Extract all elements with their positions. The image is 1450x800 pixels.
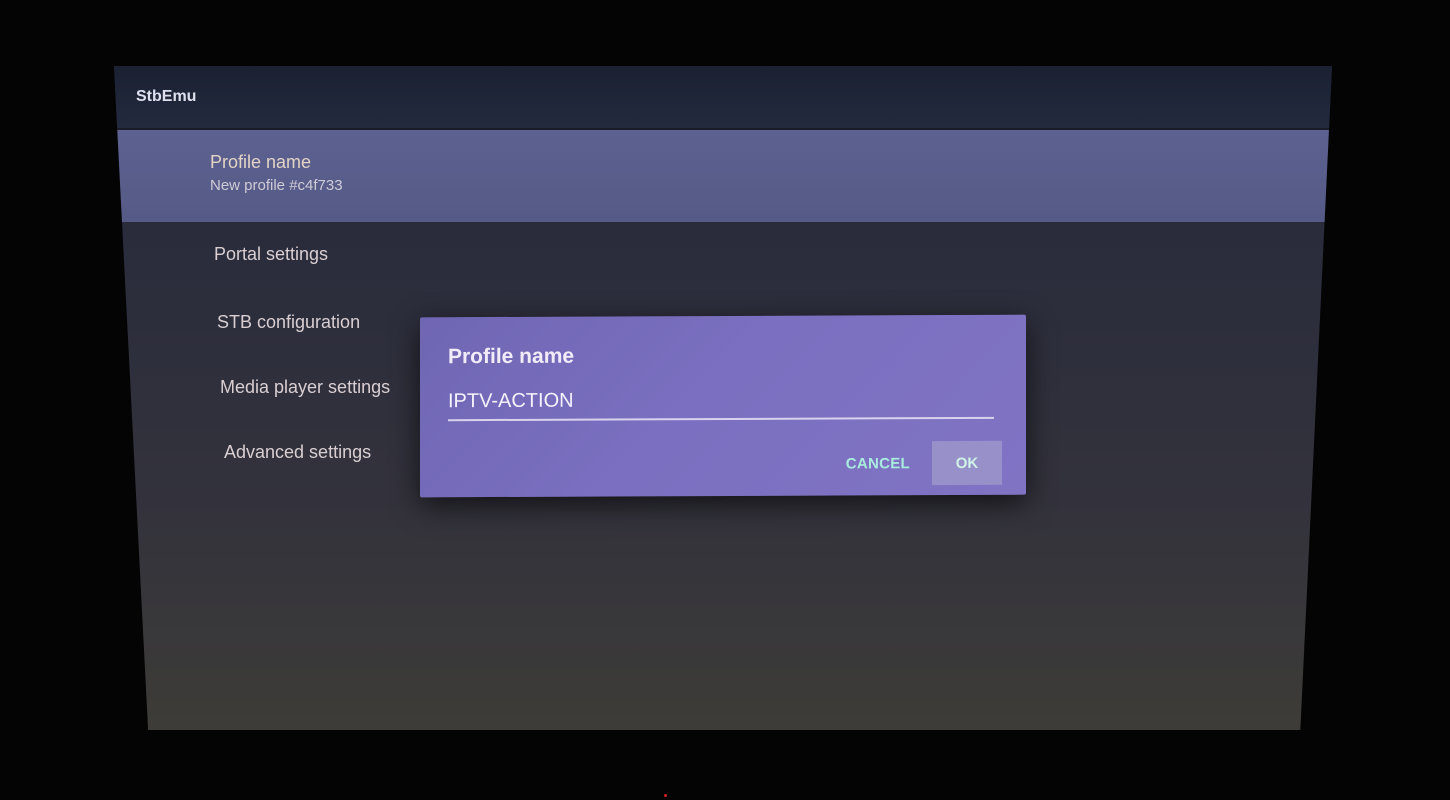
tv-frame: StbEmu Profile name New profile #c4f733 … xyxy=(0,0,1450,800)
profile-name-item-title: Profile name xyxy=(210,152,312,172)
dialog-title: Profile name xyxy=(448,344,575,369)
menu-item-advanced-settings[interactable]: Advanced settings xyxy=(224,442,371,463)
menu-item-media-player-settings[interactable]: Media player settings xyxy=(220,377,390,398)
profile-name-dialog: Profile name IPTV-ACTION CANCEL OK xyxy=(420,314,1026,498)
tv-power-led xyxy=(664,794,667,797)
menu-item-stb-configuration[interactable]: STB configuration xyxy=(217,312,360,333)
app-title: StbEmu xyxy=(136,88,197,105)
menu-item-portal-settings[interactable]: Portal settings xyxy=(214,244,328,265)
app-bar: StbEmu xyxy=(114,66,1332,128)
ok-button[interactable]: OK xyxy=(932,440,1002,486)
profile-name-input[interactable]: IPTV-ACTION xyxy=(448,384,994,422)
profile-name-item[interactable]: Profile name New profile #c4f733 xyxy=(114,130,1332,222)
dialog-actions: CANCEL OK xyxy=(842,440,1002,486)
profile-name-item-subtitle: New profile #c4f733 xyxy=(210,177,343,194)
cancel-button[interactable]: CANCEL xyxy=(842,447,914,480)
